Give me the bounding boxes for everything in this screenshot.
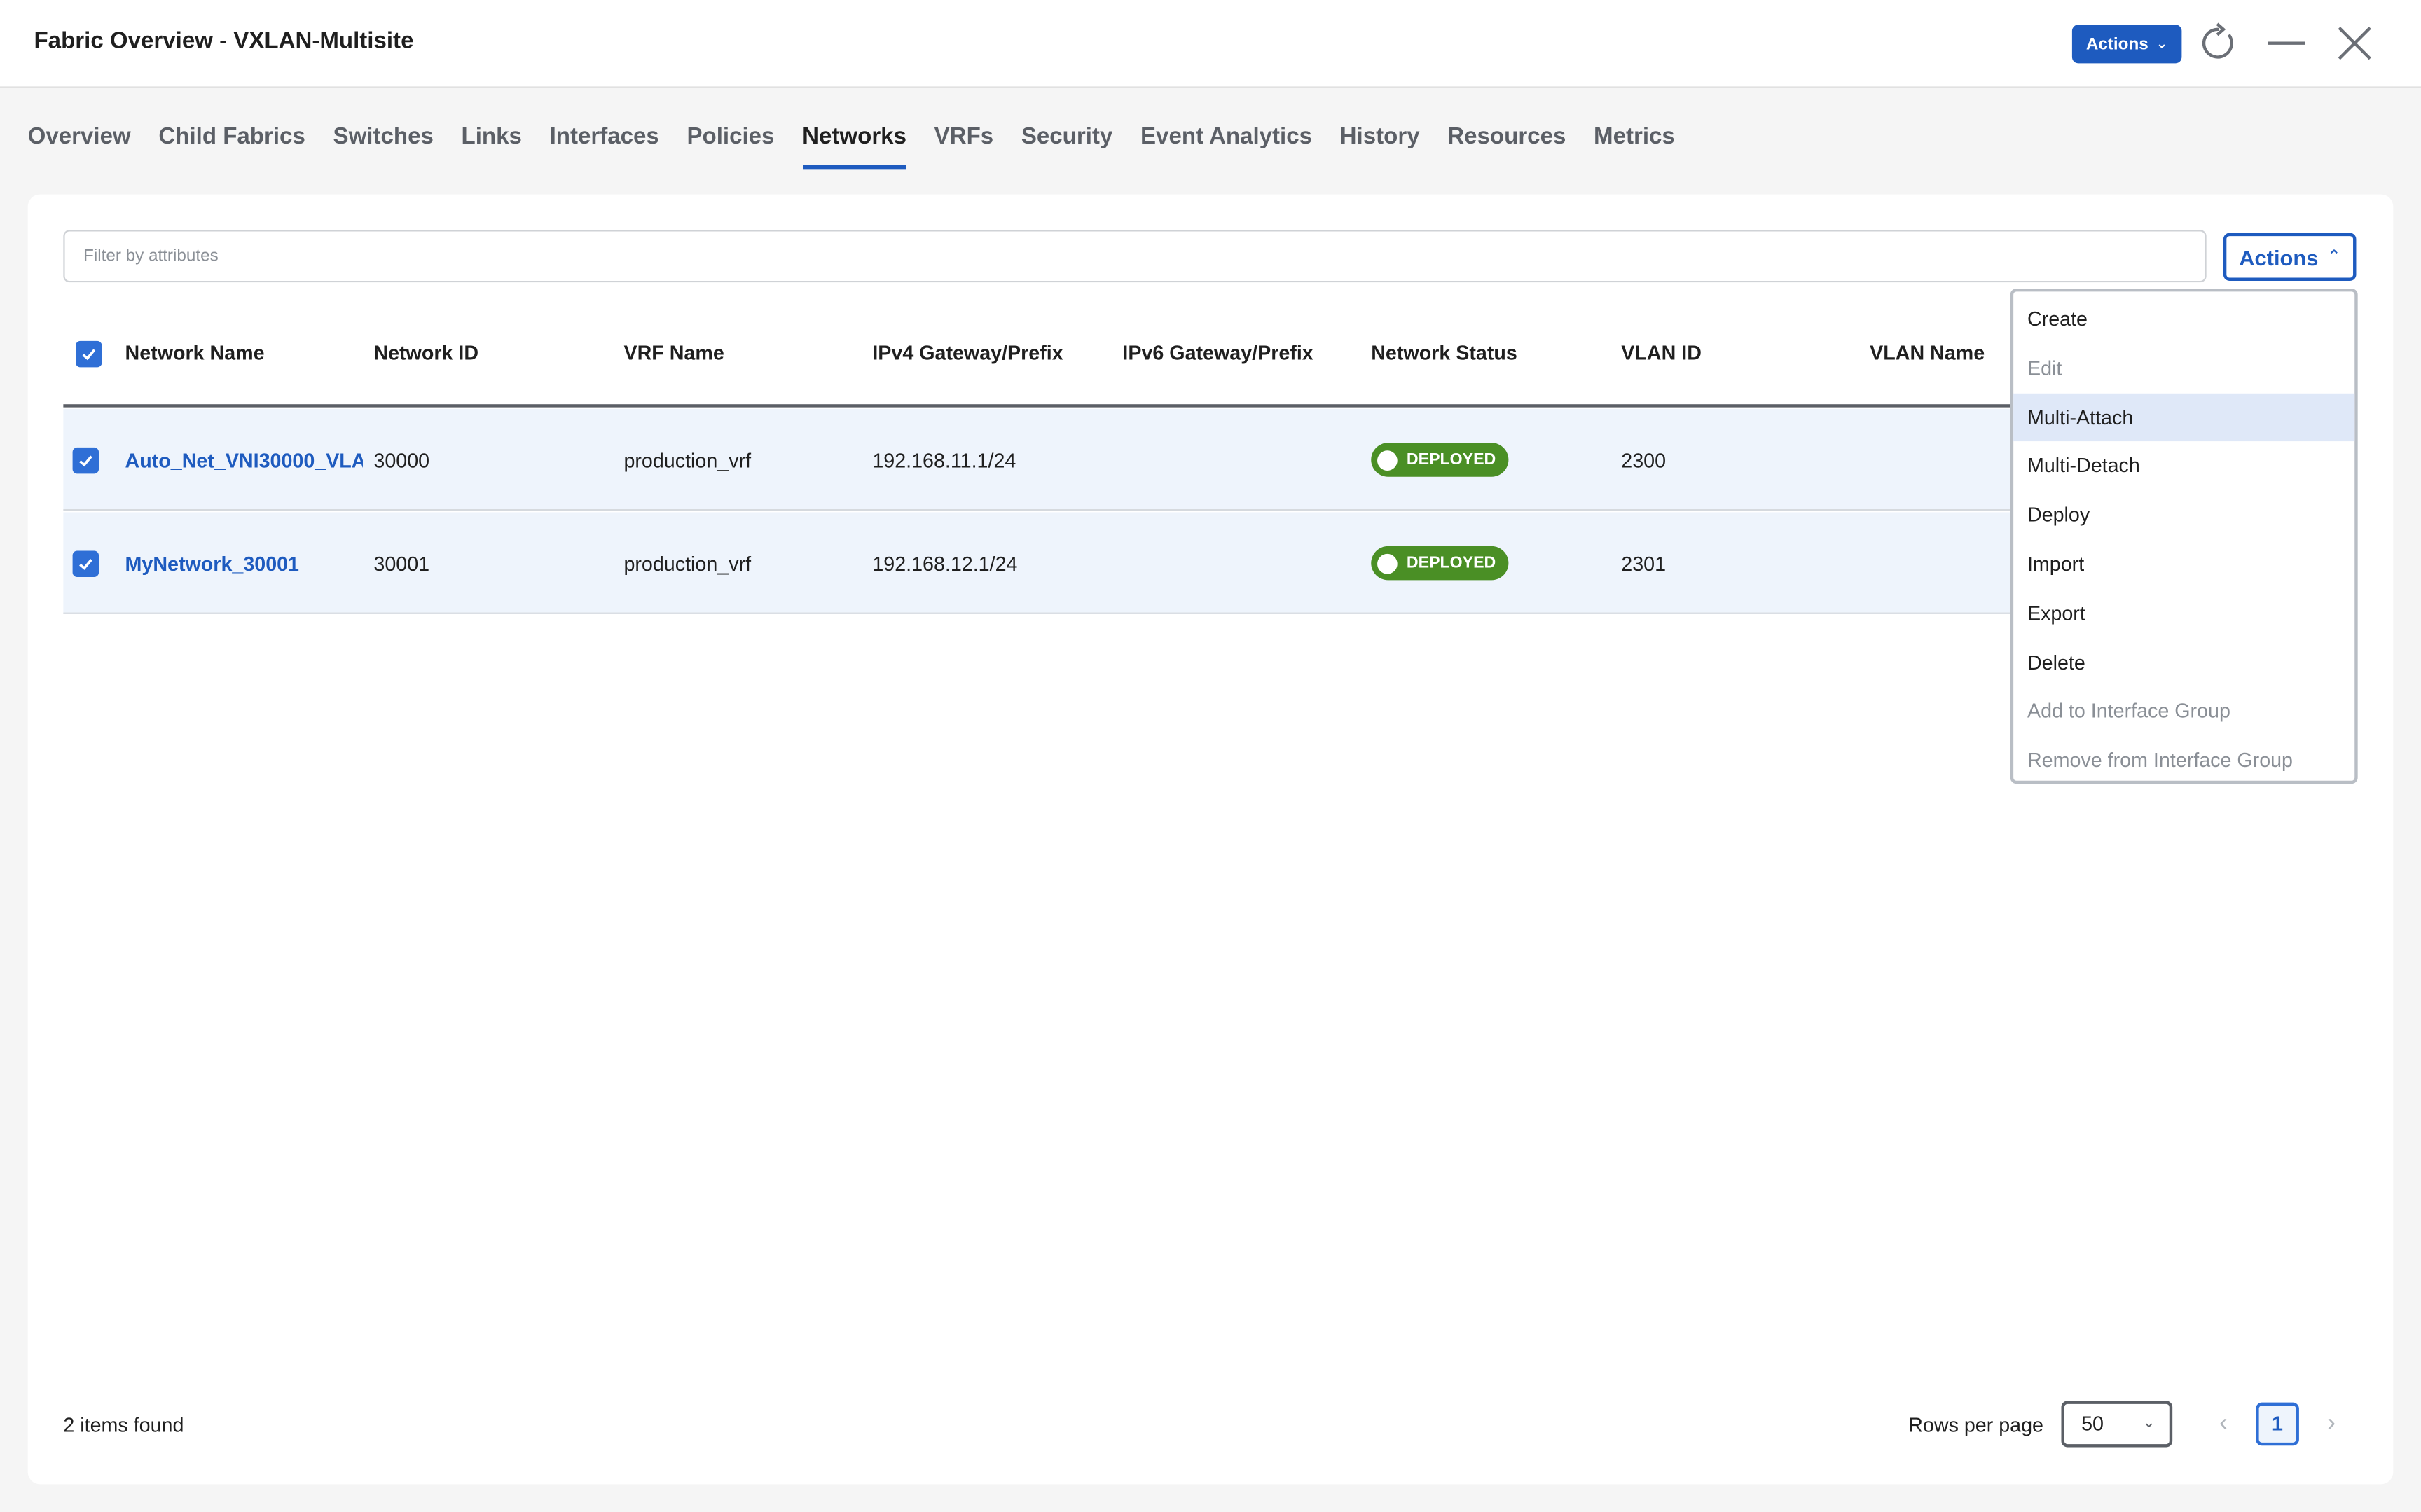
menu-item-deploy[interactable]: Deploy (2013, 491, 2354, 540)
chevron-right-icon[interactable]: › (2316, 1406, 2347, 1443)
checkmark-icon (82, 349, 96, 361)
status-dot-icon (1377, 450, 1398, 470)
checkmark-icon (79, 559, 92, 570)
tab-networks[interactable]: Networks (802, 123, 906, 170)
tab-metrics[interactable]: Metrics (1594, 123, 1675, 169)
column-header-ipv4[interactable]: IPv4 Gateway/Prefix (872, 341, 1063, 364)
menu-item-multi-detach[interactable]: Multi-Detach (2013, 442, 2354, 491)
status-badge: DEPLOYED (1371, 546, 1508, 581)
tab-links[interactable]: Links (462, 123, 522, 169)
ipv4-cell: 192.168.11.1/24 (872, 449, 1016, 473)
menu-item-create[interactable]: Create (2013, 295, 2354, 344)
chevron-down-icon: ⌄ (2142, 1415, 2156, 1432)
tab-security[interactable]: Security (1021, 123, 1112, 169)
column-header-network-id[interactable]: Network ID (373, 341, 478, 364)
menu-item-edit: Edit (2027, 356, 2062, 380)
actions-button-label: Actions (2239, 244, 2319, 270)
networks-panel: Actions ⌃ Network Name Network ID VRF Na… (27, 194, 2394, 1485)
select-all-checkbox[interactable] (76, 340, 102, 368)
top-actions-button[interactable]: Actions ⌄ (2071, 25, 2182, 64)
tab-switches[interactable]: Switches (333, 123, 434, 169)
tab-event-analytics[interactable]: Event Analytics (1140, 123, 1312, 169)
menu-item-export[interactable]: Export (2013, 589, 2354, 638)
rows-per-page-label: Rows per page (1908, 1413, 2044, 1437)
tab-overview[interactable]: Overview (28, 123, 131, 169)
filter-input[interactable] (63, 230, 2207, 283)
page-number-button[interactable]: 1 (2256, 1402, 2299, 1446)
table-header: Network Name Network ID VRF Name IPv4 Ga… (63, 303, 2014, 408)
tab-vrfs[interactable]: VRFs (934, 123, 994, 169)
ipv4-cell: 192.168.12.1/24 (872, 552, 1018, 576)
table-row[interactable]: Auto_Net_VNI30000_VLAN2300 30000 product… (63, 408, 2014, 511)
vlan-id-cell: 2301 (1621, 552, 1667, 576)
column-header-network-status[interactable]: Network Status (1371, 341, 1517, 364)
network-name-link[interactable]: MyNetwork_30001 (125, 553, 363, 576)
table-row[interactable]: MyNetwork_30001 30001 production_vrf 192… (63, 512, 2014, 614)
column-header-vrf-name[interactable]: VRF Name (623, 341, 724, 364)
menu-item-multi-attach[interactable]: Multi-Attach (2013, 392, 2355, 442)
menu-item-remove-from-interface-group: Remove from Interface Group (2027, 748, 2294, 772)
network-name-link[interactable]: Auto_Net_VNI30000_VLAN2300 (125, 449, 363, 472)
checkmark-icon (79, 455, 92, 467)
actions-dropdown-menu: Create Edit Multi-Attach Multi-Detach De… (2010, 288, 2358, 784)
network-id-cell: 30001 (373, 552, 430, 576)
title-bar: Fabric Overview - VXLAN-Multisite Action… (0, 0, 2421, 88)
tab-child-fabrics[interactable]: Child Fabrics (158, 123, 305, 169)
top-actions-label: Actions (2085, 34, 2148, 54)
tab-history[interactable]: History (1340, 123, 1420, 169)
close-icon[interactable] (2333, 22, 2376, 65)
status-badge: DEPLOYED (1371, 443, 1508, 477)
window-title: Fabric Overview - VXLAN-Multisite (34, 27, 414, 55)
vrf-name-cell: production_vrf (623, 449, 752, 473)
menu-item-import[interactable]: Import (2013, 540, 2354, 589)
column-header-network-name[interactable]: Network Name (125, 341, 265, 364)
vrf-name-cell: production_vrf (623, 552, 752, 576)
network-id-cell: 30000 (373, 449, 430, 473)
column-header-vlan-id[interactable]: VLAN ID (1621, 341, 1702, 364)
refresh-icon[interactable] (2197, 22, 2240, 65)
tab-interfaces[interactable]: Interfaces (550, 123, 659, 169)
column-header-ipv6[interactable]: IPv6 Gateway/Prefix (1122, 341, 1313, 364)
actions-dropdown-button[interactable]: Actions ⌃ (2223, 233, 2357, 281)
tab-resources[interactable]: Resources (1447, 123, 1566, 169)
tab-policies[interactable]: Policies (687, 123, 774, 169)
rows-per-page-value: 50 (2081, 1411, 2104, 1435)
column-header-vlan-name[interactable]: VLAN Name (1870, 341, 1985, 364)
tab-bar: Overview Child Fabrics Switches Links In… (28, 123, 1703, 170)
items-found-text: 2 items found (63, 1413, 184, 1437)
row-checkbox[interactable] (72, 447, 99, 474)
menu-item-add-to-interface-group: Add to Interface Group (2027, 699, 2230, 723)
rows-per-page-select[interactable]: 50 ⌄ (2061, 1401, 2173, 1448)
chevron-down-icon: ⌄ (2156, 35, 2168, 51)
status-text: DEPLOYED (1406, 450, 1496, 469)
vlan-id-cell: 2300 (1621, 449, 1667, 473)
status-dot-icon (1377, 553, 1398, 574)
menu-item-delete[interactable]: Delete (2013, 638, 2354, 687)
row-checkbox[interactable] (72, 550, 99, 577)
chevron-up-icon: ⌃ (2327, 248, 2341, 265)
status-text: DEPLOYED (1406, 553, 1496, 573)
minimize-icon[interactable] (2265, 22, 2308, 65)
chevron-left-icon[interactable]: ‹ (2208, 1406, 2239, 1443)
